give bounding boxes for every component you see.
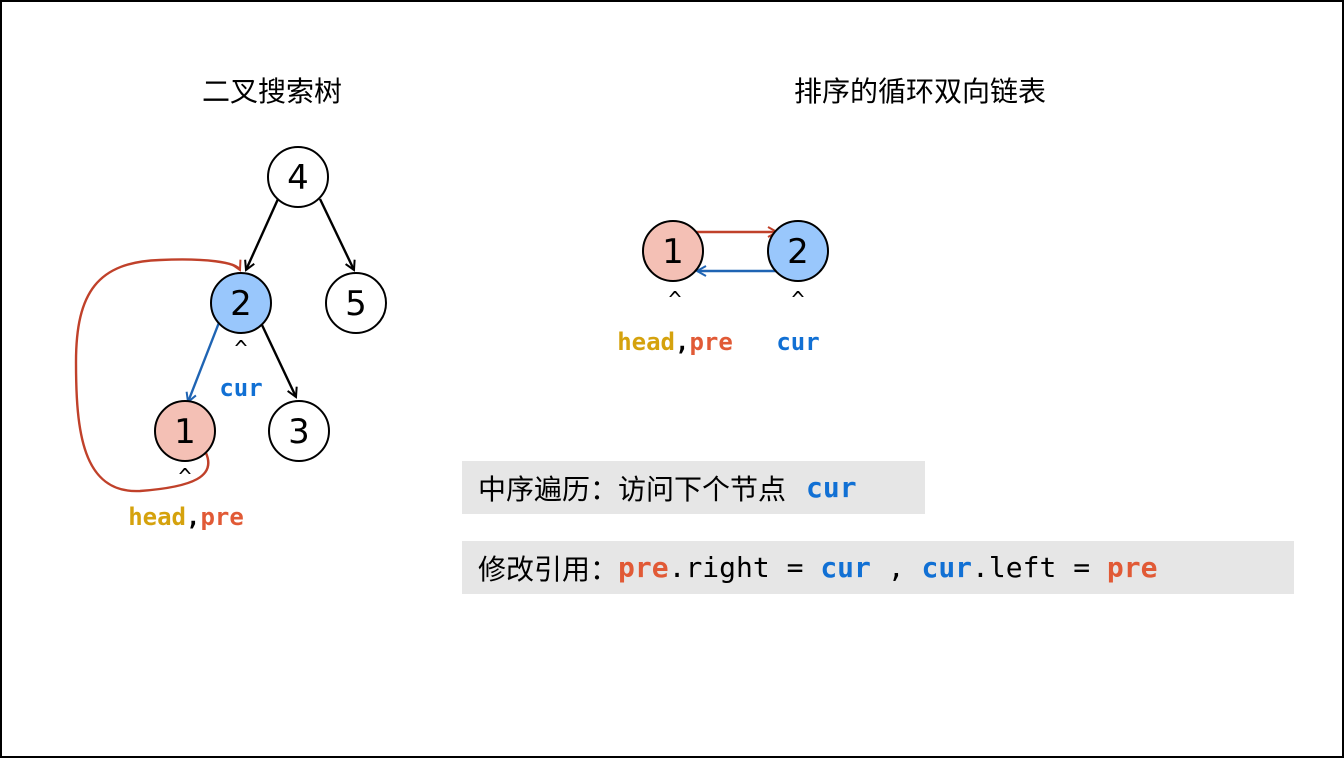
tree-cur-caret: ^ [234,337,247,362]
tree-head-pre-label: head,pre [128,503,244,531]
list-pre-caret: ^ [668,288,681,313]
list-pointer-comma: , [675,328,689,356]
step-visit-cur: cur [806,471,857,504]
tree-node-5: 5 [325,272,387,334]
svg-text:4: 4 [287,158,309,198]
list-head-label: head [617,328,675,356]
step-link-right-assign: .right = [668,551,821,584]
svg-text:1: 1 [174,412,196,452]
tree-pointer-comma: , [186,503,200,531]
step-link-box: 修改引用： pre .right = cur , cur .left = pre [462,541,1294,594]
tree-cur-label: cur [219,374,262,402]
tree-edge-2-3 [260,324,296,397]
tree-edge-4-5 [318,198,354,270]
tree-node-4: 4 [267,146,329,208]
diagram-canvas: 二叉搜索树 排序的循环双向链表 4 2 5 1 3 ^ cur ^ head,p… [74,75,1046,531]
svg-text:5: 5 [345,284,367,324]
step-link-pre-2: pre [1106,551,1158,584]
bst-title: 二叉搜索树 [202,75,342,108]
tree-node-3: 3 [268,400,330,462]
step-visit-label: 中序遍历：访问下个节点 [478,472,787,506]
step-link-separator: , [870,551,922,584]
list-node-2: 2 [767,220,829,282]
list-cur-caret: ^ [791,288,804,313]
svg-text:2: 2 [230,284,252,324]
step-link-cur-2: cur [921,551,973,584]
list-cur-label: cur [776,328,819,356]
step-link-label: 修改引用： [478,552,619,586]
tree-node-2: 2 [210,272,272,334]
svg-text:2: 2 [787,232,809,272]
dll-title: 排序的循环双向链表 [794,75,1046,108]
tree-edge-4-2 [246,198,280,270]
list-node-1: 1 [642,220,704,282]
step-link-cur-1: cur [820,551,871,584]
step-visit-box: 中序遍历：访问下个节点 cur [462,461,925,514]
tree-pre-caret: ^ [178,465,191,490]
list-head-pre-label: head,pre [617,328,733,356]
step-link-pre-1: pre [618,551,669,584]
tree-head-label: head [128,503,186,531]
svg-text:3: 3 [288,412,310,452]
list-pre-label: pre [689,328,732,356]
tree-node-1: 1 [154,400,216,462]
tree-edge-2-1 [188,319,222,402]
tree-nodes: 4 2 5 1 3 [154,146,387,462]
svg-text:1: 1 [662,232,684,272]
step-link-left-assign: .left = [972,551,1107,584]
tree-pre-label: pre [200,503,243,531]
